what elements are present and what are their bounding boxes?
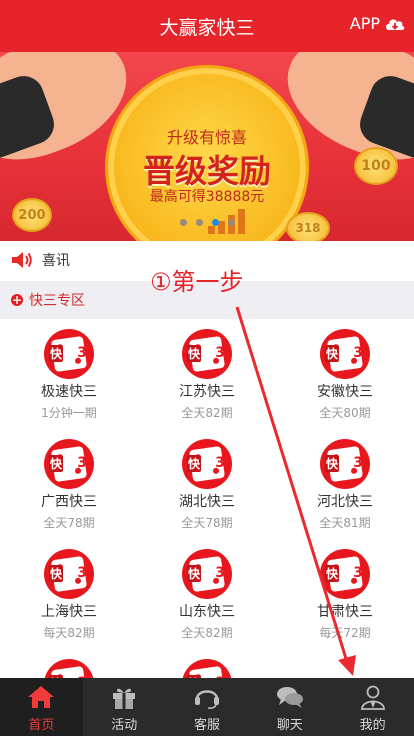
chat-icon [276,687,303,708]
k3-logo-icon: 快3 [320,329,370,379]
bottom-tab-bar: 首页 活动 客服 聊天 我的 [0,678,414,736]
coin-318: 318 [286,212,330,241]
app-download-button[interactable]: APP [350,14,406,33]
carousel-dot[interactable] [195,219,203,226]
k3-logo-icon: 快3 [320,549,370,599]
speaker-icon [12,252,32,268]
news-notice-bar[interactable]: 喜讯 [0,241,414,279]
game-period: 全天82期 [181,406,233,420]
tab-chat-label: 聊天 [276,718,303,733]
game-item[interactable]: 快 3 山东快三全天82期 [138,539,276,649]
tab-activity-label: 活动 [111,718,138,733]
k3-logo-icon: 快3 [44,439,94,489]
game-item[interactable]: 快 3 安徽快三全天80期 [276,319,414,429]
carousel-dots [0,219,414,226]
big-gold-coin: 升级有惊喜 晋级奖励 最高可得38888元 [108,68,306,241]
k3-logo-icon: 快3 [320,439,370,489]
game-item[interactable]: 快 3 河北快三全天81期 [276,429,414,539]
k3-logo-icon: 快3 [44,549,94,599]
coin-100: 100 [354,147,398,185]
tab-service-label: 客服 [193,718,220,733]
game-item[interactable]: 快 3 广西快三全天78期 [0,429,138,539]
user-icon [360,685,385,710]
game-period: 全天82期 [181,626,233,640]
game-name: 广西快三 [41,494,97,510]
game-item[interactable]: 快 3 上海快三每天82期 [0,539,138,649]
game-item[interactable]: 快 3 湖北快三全天78期 [138,429,276,539]
top-header: 大赢家快三 APP [0,0,414,52]
game-name: 上海快三 [41,604,97,620]
tab-chat[interactable]: 聊天 [248,678,331,736]
carousel-dot-active[interactable] [211,219,219,226]
coin-200: 200 [12,198,52,232]
k3-logo-icon: 快3 [44,329,94,379]
game-name: 安徽快三 [317,384,373,400]
game-period: 1分钟一期 [41,406,97,420]
app-download-label: APP [349,14,380,33]
k3-logo-icon: 快3 [182,439,232,489]
game-period: 全天81期 [319,516,371,530]
notice-text: 喜讯 [42,253,70,269]
k3-logo-icon: 快3 [182,549,232,599]
game-item[interactable]: 快 3 江苏快三全天82期 [138,319,276,429]
tab-activity[interactable]: 活动 [83,678,166,736]
app-page: 大赢家快三 APP 升级有惊喜 晋级奖励 最高可得38888元 200 100 … [0,0,414,736]
banner-line1: 升级有惊喜 [166,128,247,147]
promo-banner[interactable]: 升级有惊喜 晋级奖励 最高可得38888元 200 100 318 [0,52,414,241]
plus-circle-icon: + [11,293,23,307]
tab-home-label: 首页 [28,718,55,733]
app-title: 大赢家快三 [159,16,255,39]
headset-icon [194,690,219,709]
tab-mine-label: 我的 [359,718,386,733]
section-title: 快三专区 [29,293,85,309]
k3-logo-icon: 快3 [182,329,232,379]
game-period: 每天72期 [319,626,371,640]
game-name: 河北快三 [317,494,373,510]
game-period: 全天80期 [319,406,371,420]
cloud-download-icon [386,19,405,30]
game-name: 江苏快三 [179,384,235,400]
game-item[interactable]: 快 3 极速快三 1分钟一期 [0,319,138,429]
carousel-dot[interactable] [179,219,187,226]
game-name: 甘肃快三 [317,604,373,620]
k3-section-header: + 快三专区 [0,281,414,319]
banner-max-reward: 最高可得38888元 [149,189,265,205]
carousel-dot[interactable] [227,219,235,226]
game-period: 每天82期 [43,626,95,640]
tab-mine[interactable]: 我的 [331,678,414,736]
home-icon [28,686,55,708]
gift-icon [113,688,136,709]
game-period: 全天78期 [181,516,233,530]
game-name: 山东快三 [179,604,235,620]
game-name: 湖北快三 [179,494,235,510]
game-period: 全天78期 [43,516,95,530]
tab-home[interactable]: 首页 [0,678,83,736]
tab-service[interactable]: 客服 [166,678,249,736]
game-name: 极速快三 [41,384,97,400]
game-item[interactable]: 快 3 甘肃快三每天72期 [276,539,414,649]
